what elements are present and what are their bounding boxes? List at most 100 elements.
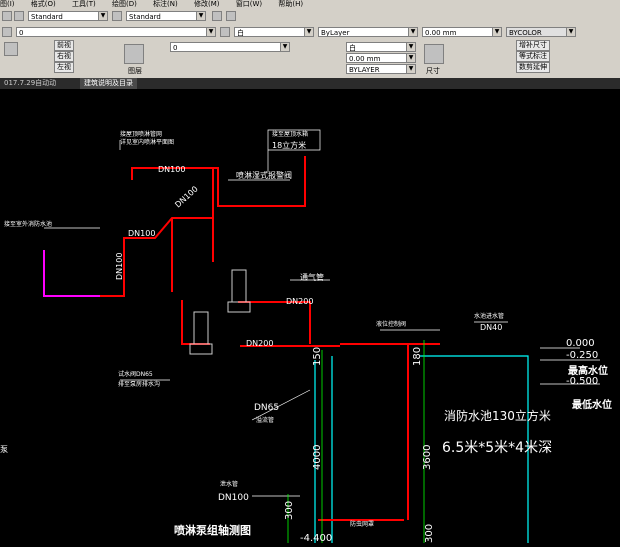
tab-document-1[interactable]: 017.7.29自动动 bbox=[0, 78, 60, 89]
level-valve-label: 液位控制阀 bbox=[376, 320, 406, 328]
dn100-drain-label: DN100 bbox=[218, 493, 249, 503]
level-0: 0.000 bbox=[566, 338, 595, 349]
dn100-label-c: DN100 bbox=[128, 229, 155, 238]
color-select[interactable]: 白 ▼ bbox=[234, 27, 314, 37]
dim-style-icon[interactable] bbox=[112, 11, 122, 21]
menu-item-view[interactable]: 图(I) bbox=[0, 0, 15, 8]
test-valve-line2: 排至泵房排水沟 bbox=[118, 380, 160, 388]
chevron-down-icon: ▼ bbox=[492, 28, 501, 36]
outdoor-label: 接至室外消防水池 bbox=[4, 220, 52, 228]
dn200-label-b: DN200 bbox=[246, 339, 273, 348]
chevron-down-icon: ▼ bbox=[98, 12, 107, 20]
toolbars: Standard ▼ Standard ▼ 0 ▼ 白 ▼ ByLayer ▼ 0.00 … bbox=[0, 8, 620, 78]
menu-item-draw[interactable]: 绘图(D) bbox=[112, 0, 137, 8]
dim-style-value: Standard bbox=[129, 13, 161, 21]
multileader-icon[interactable] bbox=[226, 11, 236, 21]
drawing-title: 喷淋泵组轴测图 bbox=[174, 523, 251, 537]
dim-180: 180 bbox=[412, 347, 423, 366]
ribbon-row: 前视 右视 左视 图层 0 ▼ 白 ▼ 0.00 mm ▼ BYLAYER ▼ 尺寸 增… bbox=[0, 40, 620, 76]
color-value: 白 bbox=[237, 29, 244, 37]
linetype2-value: BYLAYER bbox=[349, 66, 380, 74]
chevron-down-icon: ▼ bbox=[196, 12, 205, 20]
drawing-canvas[interactable]: 接屋顶喷淋管网 详见室内喷淋平面图 接至室外消防水池 接至屋顶水箱 18立方米 … bbox=[0, 89, 620, 544]
dn200-label-a: DN200 bbox=[286, 297, 313, 306]
menu-item-modify[interactable]: 修改(M) bbox=[194, 0, 220, 8]
save-icon[interactable] bbox=[14, 11, 24, 21]
menu-item-dimension[interactable]: 标注(N) bbox=[153, 0, 178, 8]
trim-extend-button[interactable]: 数剪延伸 bbox=[516, 62, 550, 73]
pool-dimensions: 6.5米*5米*4米深 bbox=[442, 440, 552, 456]
text-style-select[interactable]: Standard ▼ bbox=[28, 11, 108, 21]
insect-net-label: 防虫网罩 bbox=[350, 520, 374, 528]
lineweight-select[interactable]: 0.00 mm ▼ bbox=[422, 27, 502, 37]
valve-label: 喷淋湿式报警阀 bbox=[236, 170, 292, 180]
drain-pipe-label: 泄水管 bbox=[220, 480, 238, 488]
dimension-panel-icon[interactable] bbox=[424, 44, 444, 64]
layer-select-2[interactable]: 0 ▼ bbox=[170, 42, 290, 52]
dn65-label: DN65 bbox=[254, 403, 279, 413]
color-select-2[interactable]: 白 ▼ bbox=[346, 42, 416, 52]
layer-value: 0 bbox=[19, 29, 24, 37]
pool-capacity: 消防水池130立方米 bbox=[444, 408, 551, 423]
red-pipes bbox=[100, 156, 440, 521]
document-tabbar: 017.7.29自动动 建筑说明及目录 bbox=[0, 78, 620, 89]
view-cube-icon[interactable] bbox=[4, 42, 18, 56]
plotstyle-value: BYCOLOR bbox=[509, 29, 542, 37]
top-note-2: 详见室内喷淋平面图 bbox=[120, 138, 174, 146]
equal-dimension-button[interactable]: 等式标注 bbox=[516, 51, 550, 62]
linetype-select-2[interactable]: BYLAYER ▼ bbox=[346, 64, 416, 74]
text-style-value: Standard bbox=[31, 13, 63, 21]
lineweight-value: 0.00 mm bbox=[425, 29, 457, 37]
inlet-pipe-label: 水池进水管 bbox=[474, 312, 504, 320]
table-style-icon[interactable] bbox=[212, 11, 222, 21]
pump-2 bbox=[189, 311, 213, 355]
chevron-down-icon: ▼ bbox=[408, 28, 417, 36]
layer-select[interactable]: 0 ▼ bbox=[16, 27, 216, 37]
level-44: -4.400 bbox=[300, 533, 332, 543]
lineweight-select-2[interactable]: 0.00 mm ▼ bbox=[346, 53, 416, 63]
dimension-lines bbox=[287, 340, 425, 543]
panel-label-dimension: 尺寸 bbox=[426, 67, 440, 75]
overflow-label: 溢流管 bbox=[256, 416, 274, 424]
side-char: 泵 bbox=[0, 445, 8, 454]
dim-300b: 300 bbox=[424, 524, 435, 543]
tank-box-line2: 18立方米 bbox=[272, 140, 306, 150]
pump-1 bbox=[227, 269, 251, 313]
layer-prev-icon[interactable] bbox=[220, 27, 230, 37]
dn100-label-d: DN100 bbox=[115, 253, 124, 280]
menu-item-format[interactable]: 格式(O) bbox=[31, 0, 56, 8]
add-dimension-button[interactable]: 增补尺寸 bbox=[516, 40, 550, 51]
menu-item-tools[interactable]: 工具(T) bbox=[72, 0, 96, 8]
layer2-value: 0 bbox=[173, 44, 178, 52]
dim-300a: 300 bbox=[284, 501, 295, 520]
level-05: -0.500 bbox=[566, 376, 598, 387]
linetype-value: ByLayer bbox=[321, 29, 350, 37]
chevron-down-icon: ▼ bbox=[406, 54, 415, 62]
dn100-label-b: DN100 bbox=[173, 184, 199, 209]
panel-label-layer: 图层 bbox=[128, 67, 142, 75]
menu-bar: 图(I) 格式(O) 工具(T) 绘图(D) 标注(N) 修改(M) 窗口(W)… bbox=[0, 0, 620, 8]
toolbar-row-1: Standard ▼ Standard ▼ bbox=[0, 10, 620, 22]
dim-4000: 4000 bbox=[312, 445, 323, 470]
dim-150: 150 bbox=[312, 347, 323, 366]
layer-panel-icon[interactable] bbox=[124, 44, 144, 64]
open-icon[interactable] bbox=[2, 11, 12, 21]
view-left-button[interactable]: 左视 bbox=[54, 62, 74, 73]
chevron-down-icon: ▼ bbox=[566, 28, 575, 36]
magenta-pipe bbox=[43, 250, 100, 297]
chevron-down-icon: ▼ bbox=[280, 43, 289, 51]
chevron-down-icon: ▼ bbox=[406, 43, 415, 51]
plotstyle-select[interactable]: BYCOLOR ▼ bbox=[506, 27, 576, 37]
tab-document-2[interactable]: 建筑说明及目录 bbox=[80, 78, 137, 89]
test-valve-line1: 试水阀DN65 bbox=[118, 370, 153, 378]
menu-item-help[interactable]: 帮助(H) bbox=[278, 0, 303, 8]
linetype-select[interactable]: ByLayer ▼ bbox=[318, 27, 418, 37]
toolbar-row-2: 0 ▼ 白 ▼ ByLayer ▼ 0.00 mm ▼ BYCOLOR ▼ bbox=[0, 26, 620, 38]
view-front-button[interactable]: 前视 bbox=[54, 40, 74, 51]
layer-manager-icon[interactable] bbox=[2, 27, 12, 37]
chevron-down-icon: ▼ bbox=[206, 28, 215, 36]
drawing-svg: 接屋顶喷淋管网 详见室内喷淋平面图 接至室外消防水池 接至屋顶水箱 18立方米 … bbox=[0, 129, 612, 544]
view-right-button[interactable]: 右视 bbox=[54, 51, 74, 62]
menu-item-window[interactable]: 窗口(W) bbox=[236, 0, 262, 8]
dim-style-select[interactable]: Standard ▼ bbox=[126, 11, 206, 21]
